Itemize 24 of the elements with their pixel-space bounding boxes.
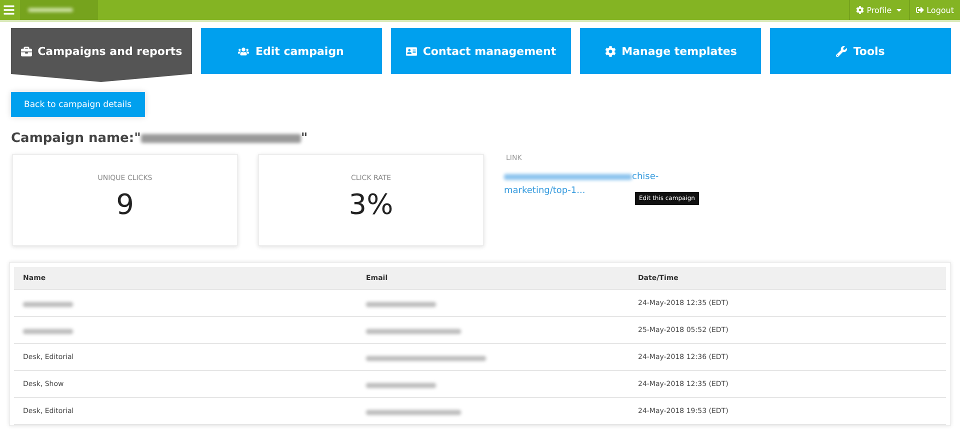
back-button[interactable]: Back to campaign details bbox=[11, 92, 145, 117]
campaign-name-quote: " bbox=[300, 131, 308, 146]
redacted-text bbox=[23, 302, 73, 307]
stat-value: 3% bbox=[348, 188, 394, 221]
nav-tab[interactable]: Manage templates bbox=[580, 28, 762, 74]
caret-icon bbox=[894, 6, 903, 14]
campaign-name-label: Campaign name:" bbox=[11, 131, 141, 146]
card-icon bbox=[406, 46, 417, 56]
logout-icon bbox=[916, 6, 924, 14]
redacted-text bbox=[366, 382, 436, 388]
redacted-text bbox=[366, 302, 436, 307]
stat-value: 9 bbox=[116, 188, 134, 221]
nav-tab[interactable]: Edit campaign bbox=[200, 28, 382, 74]
gear-icon bbox=[604, 46, 616, 56]
nav-tab[interactable]: Contact management bbox=[390, 28, 572, 74]
breadcrumb[interactable] bbox=[20, 0, 98, 20]
logout-button[interactable]: Logout bbox=[908, 0, 960, 20]
briefcase-icon bbox=[20, 46, 32, 56]
wrench-icon bbox=[836, 46, 848, 56]
gear-icon bbox=[856, 6, 864, 14]
redacted-text bbox=[23, 328, 73, 334]
profile-button[interactable]: Profile bbox=[848, 0, 909, 20]
nav-tab[interactable]: Tools bbox=[770, 28, 951, 74]
people-icon bbox=[238, 46, 250, 56]
